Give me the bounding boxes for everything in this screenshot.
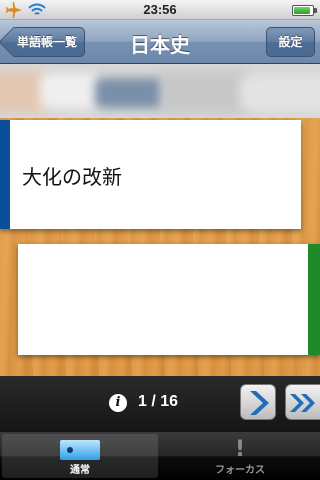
tab-focus[interactable]: ! フォーカス	[162, 434, 318, 478]
back-button[interactable]: 単語帳一覧	[14, 27, 85, 57]
status-time: 23:56	[143, 2, 177, 17]
card-icon	[60, 440, 100, 460]
page-counter: 1 / 16	[138, 393, 179, 410]
battery-tip	[314, 8, 317, 13]
question-term: 大化の改新	[22, 165, 122, 189]
ad-blur-shape	[240, 76, 320, 110]
tab-normal[interactable]: 通常	[2, 434, 158, 478]
back-button-label: 単語帳一覧	[17, 35, 78, 49]
next-button[interactable]	[240, 384, 276, 420]
chevron-right-icon	[250, 391, 269, 415]
navigation-bar: 単語帳一覧 日本史 設定	[0, 20, 320, 64]
status-bar: 23:56	[0, 0, 320, 20]
answer-card-stripe	[308, 244, 320, 355]
card-icon-dot	[67, 447, 73, 453]
answer-card[interactable]	[18, 244, 320, 355]
last-button[interactable]	[285, 384, 320, 420]
card-board: 大化の改新	[0, 118, 320, 376]
settings-button[interactable]: 設定	[266, 27, 315, 57]
question-card[interactable]: 大化の改新	[0, 120, 301, 229]
tab-normal-label: 通常	[70, 465, 90, 476]
ad-blur-shape	[160, 70, 250, 114]
ad-blur-shape	[95, 78, 165, 108]
ad-blur-shape	[40, 74, 100, 108]
ad-banner[interactable]	[0, 64, 320, 118]
info-icon[interactable]: i	[109, 394, 127, 412]
page-title: 日本史	[130, 33, 190, 57]
control-bar: i 1 / 16	[0, 376, 320, 432]
battery-icon	[292, 5, 317, 16]
battery-level	[294, 7, 310, 14]
app-screen: 23:56 単語帳一覧 日本史 設定 大化の改新 i 1 / 16 通常 ! フ…	[0, 0, 320, 480]
question-card-stripe	[0, 120, 10, 229]
tab-bar: 通常 ! フォーカス	[0, 432, 320, 480]
tab-focus-label: フォーカス	[215, 465, 265, 476]
exclamation-icon: !	[234, 437, 246, 462]
double-chevron-right-icon	[290, 394, 315, 412]
